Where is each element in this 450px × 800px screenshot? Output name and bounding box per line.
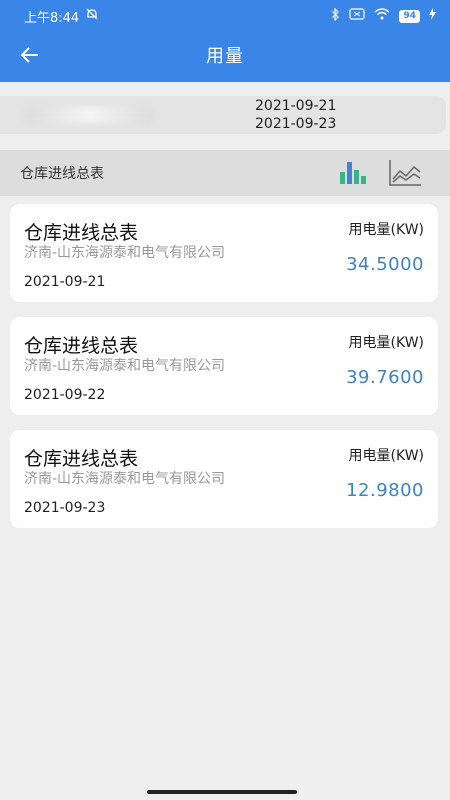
end-date: 2021-09-23 bbox=[255, 116, 337, 132]
record-card[interactable]: 仓库进线总表 济南-山东海源泰和电气有限公司 2021-09-22 用电量(KW… bbox=[10, 317, 438, 415]
usage-label: 用电量(KW) bbox=[348, 222, 424, 238]
record-title: 仓库进线总表 bbox=[24, 448, 139, 470]
usage-value: 34.5000 bbox=[346, 254, 424, 275]
record-title: 仓库进线总表 bbox=[24, 222, 139, 244]
bluetooth-icon bbox=[331, 7, 340, 25]
record-date: 2021-09-23 bbox=[24, 500, 106, 516]
bar-chart-button[interactable] bbox=[338, 160, 368, 186]
back-button[interactable] bbox=[14, 40, 46, 70]
wifi-icon bbox=[374, 8, 390, 24]
app-bar: 用量 bbox=[0, 32, 450, 78]
date-range-card[interactable]: 2021-09-21 2021-09-23 bbox=[0, 96, 446, 134]
arrow-left-icon bbox=[20, 47, 38, 63]
section-title: 仓库进线总表 bbox=[20, 166, 104, 182]
date-range: 2021-09-21 2021-09-23 bbox=[255, 97, 336, 133]
mute-icon bbox=[85, 7, 99, 25]
record-company: 济南-山东海源泰和电气有限公司 bbox=[24, 245, 226, 261]
record-card[interactable]: 仓库进线总表 济南-山东海源泰和电气有限公司 2021-09-21 用电量(KW… bbox=[10, 204, 438, 302]
status-time: 上午8:44 bbox=[24, 10, 80, 26]
blurred-meter-name bbox=[24, 107, 154, 123]
start-date: 2021-09-21 bbox=[255, 98, 337, 114]
page-title: 用量 bbox=[206, 46, 244, 67]
record-date: 2021-09-21 bbox=[24, 274, 106, 290]
record-company: 济南-山东海源泰和电气有限公司 bbox=[24, 471, 226, 487]
usage-label: 用电量(KW) bbox=[348, 335, 424, 351]
record-date: 2021-09-22 bbox=[24, 387, 106, 403]
record-title: 仓库进线总表 bbox=[24, 335, 139, 357]
charging-icon bbox=[429, 8, 436, 24]
usage-value: 39.7600 bbox=[346, 367, 424, 388]
bar-chart-icon bbox=[340, 162, 366, 184]
line-chart-icon bbox=[389, 160, 421, 186]
usage-label: 用电量(KW) bbox=[348, 448, 424, 464]
home-indicator[interactable] bbox=[147, 790, 297, 794]
record-card[interactable]: 仓库进线总表 济南-山东海源泰和电气有限公司 2021-09-23 用电量(KW… bbox=[10, 430, 438, 528]
usage-value: 12.9800 bbox=[346, 480, 424, 501]
sim-icon bbox=[349, 8, 366, 24]
battery-indicator: 94 bbox=[399, 9, 420, 23]
status-bar: 上午8:44 94 bbox=[0, 0, 450, 32]
section-bar: 仓库进线总表 bbox=[0, 150, 450, 196]
header: 上午8:44 94 用量 bbox=[0, 0, 450, 82]
record-company: 济南-山东海源泰和电气有限公司 bbox=[24, 358, 226, 374]
line-chart-button[interactable] bbox=[388, 159, 422, 187]
